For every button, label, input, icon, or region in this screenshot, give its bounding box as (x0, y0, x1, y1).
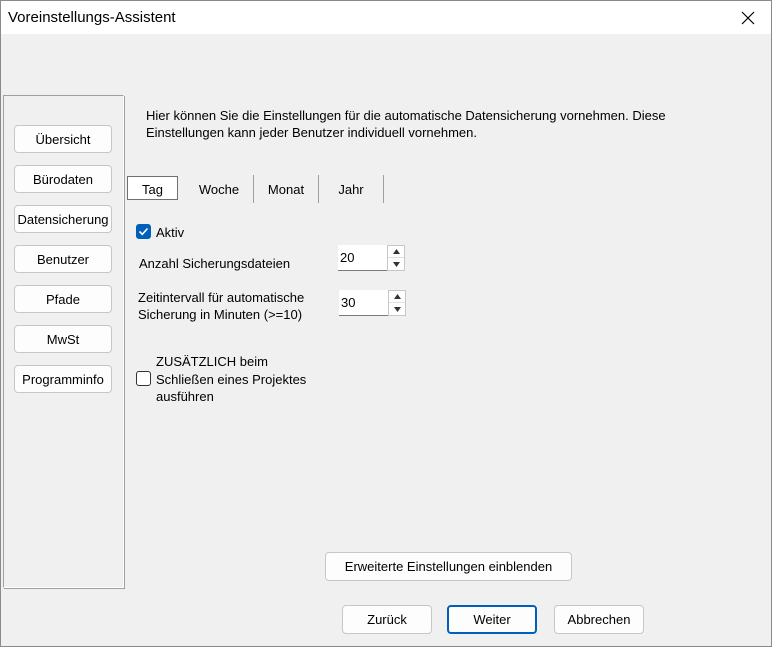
anzahl-spin-buttons (387, 245, 405, 271)
anzahl-spinner: 20 (338, 245, 405, 271)
dialog-window: Voreinstellungs-Assistent Übersicht Büro… (0, 0, 772, 647)
aktiv-label: Aktiv (156, 225, 185, 240)
info-line-2: Einstellungen kann jeder Benutzer indivi… (146, 125, 477, 140)
sidebar-item-programminfo[interactable]: Programminfo (14, 365, 112, 393)
close-button[interactable] (725, 1, 771, 34)
sidebar-item-uebersicht[interactable]: Übersicht (14, 125, 112, 153)
anzahl-input[interactable]: 20 (338, 245, 387, 271)
anzahl-label: Anzahl Sicherungsdateien (139, 256, 291, 271)
info-line-1: Hier können Sie die Einstellungen für di… (146, 108, 666, 123)
title-bar: Voreinstellungs-Assistent (1, 1, 771, 34)
advanced-settings-button[interactable]: Erweiterte Einstellungen einblenden (325, 552, 572, 581)
info-description: Hier können Sie die Einstellungen für di… (146, 107, 746, 141)
back-button[interactable]: Zurück (342, 605, 432, 634)
tab-tag[interactable]: Tag (127, 176, 178, 200)
close-icon (741, 11, 755, 24)
triangle-up-icon (392, 249, 400, 254)
intervall-spinner: 30 (339, 290, 406, 316)
tab-monat[interactable]: Monat (254, 175, 318, 203)
triangle-down-icon (393, 306, 401, 312)
aktiv-checkbox[interactable] (136, 224, 151, 239)
tab-separator (383, 175, 384, 203)
intervall-increment-button[interactable] (389, 291, 405, 303)
window-title: Voreinstellungs-Assistent (8, 9, 176, 26)
cancel-button[interactable]: Abbrechen (554, 605, 644, 634)
next-button[interactable]: Weiter (447, 605, 537, 634)
anzahl-decrement-button[interactable] (388, 258, 404, 270)
intervall-label-line2: Sicherung in Minuten (>=10) (138, 307, 303, 322)
sidebar-item-mwst[interactable]: MwSt (14, 325, 112, 353)
triangle-down-icon (392, 261, 400, 267)
period-tabs: Tag Woche Monat Jahr (125, 175, 395, 203)
anzahl-increment-button[interactable] (388, 246, 404, 258)
zusaetzlich-label-line2: Schließen eines Projektes (156, 372, 307, 387)
zusaetzlich-label-line1: ZUSÄTZLICH beim (156, 354, 268, 369)
intervall-input[interactable]: 30 (339, 290, 388, 316)
sidebar-item-buerodaten[interactable]: Bürodaten (14, 165, 112, 193)
sidebar-item-datensicherung[interactable]: Datensicherung (14, 205, 112, 233)
tab-jahr[interactable]: Jahr (319, 175, 383, 203)
triangle-up-icon (393, 294, 401, 299)
checkmark-icon (138, 227, 149, 236)
sidebar-item-pfade[interactable]: Pfade (14, 285, 112, 313)
sidebar-item-benutzer[interactable]: Benutzer (14, 245, 112, 273)
zusaetzlich-label-line3: ausführen (156, 389, 214, 404)
intervall-spin-buttons (388, 290, 406, 316)
zusaetzlich-checkbox[interactable] (136, 371, 151, 386)
intervall-decrement-button[interactable] (389, 303, 405, 315)
tab-woche[interactable]: Woche (186, 175, 252, 203)
intervall-label-line1: Zeitintervall für automatische (138, 290, 305, 305)
